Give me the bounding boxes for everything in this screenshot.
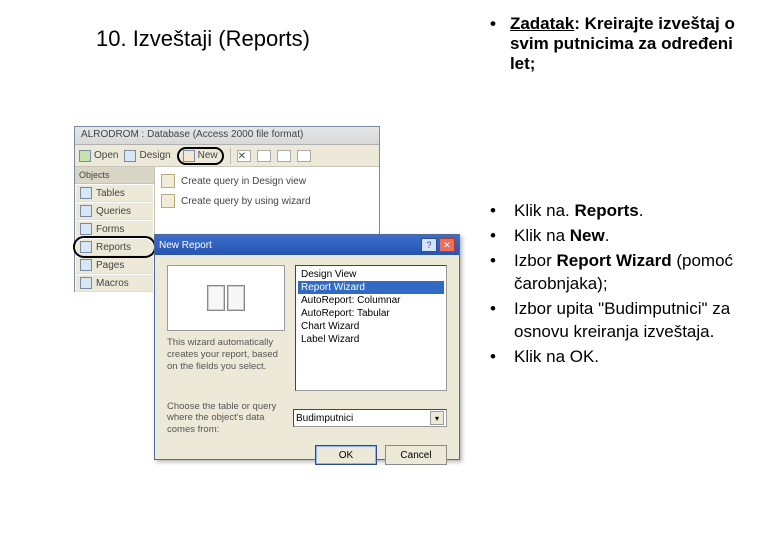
step-item: • Izbor upita "Budimputnici" za osnovu kr…: [490, 298, 770, 344]
create-design-view-item[interactable]: Create query in Design view: [159, 171, 375, 191]
design-button[interactable]: Design: [124, 150, 170, 162]
macros-icon: [80, 277, 92, 289]
sidebar-item-label: Pages: [96, 260, 124, 271]
step-text: Klik na New.: [514, 225, 770, 248]
sidebar-item-forms[interactable]: Forms: [75, 220, 154, 238]
step-text: Klik na OK.: [514, 346, 770, 369]
dialog-title: New Report: [159, 240, 212, 251]
open-label: Open: [94, 150, 118, 161]
list-view-icon[interactable]: [277, 150, 291, 162]
new-button[interactable]: New: [177, 147, 224, 165]
task-label: Zadatak: [510, 14, 574, 33]
db-window-titlebar: ALRODROM : Database (Access 2000 file fo…: [75, 127, 379, 145]
bullet-dot: •: [490, 346, 502, 369]
sidebar-item-pages[interactable]: Pages: [75, 256, 154, 274]
delete-icon[interactable]: ✕: [237, 150, 251, 162]
design-icon: [124, 150, 136, 162]
new-icon: [183, 150, 195, 162]
step-item: • Klik na. Reports.: [490, 200, 770, 223]
new-label: New: [198, 149, 218, 163]
chevron-down-icon[interactable]: ▾: [430, 411, 444, 425]
task-block: • Zadatak: Kreirajte izveštaj o svim put…: [490, 14, 760, 74]
steps-list: • Klik na. Reports. • Klik na New. • Izbor Re…: [490, 200, 770, 371]
pages-icon: [80, 259, 92, 271]
new-report-dialog: New Report ? ✕ This wizard automatically…: [154, 234, 460, 460]
step-text: Klik na. Reports.: [514, 200, 770, 223]
help-icon[interactable]: ?: [421, 238, 437, 252]
sidebar-item-label: Tables: [96, 188, 125, 199]
create-wizard-item[interactable]: Create query by using wizard: [159, 191, 375, 211]
sidebar-item-reports[interactable]: Reports: [75, 238, 154, 256]
step-text: Izbor upita "Budimputnici" za osnovu kre…: [514, 298, 770, 344]
combo-value: Budimputnici: [296, 413, 353, 424]
source-label: Choose the table or query where the obje…: [167, 401, 285, 435]
main-item-label: Create query in Design view: [181, 176, 306, 187]
report-type-listbox[interactable]: Design ViewReport WizardAutoReport: Colu…: [295, 265, 447, 391]
main-item-label: Create query by using wizard: [181, 196, 311, 207]
sidebar-item-macros[interactable]: Macros: [75, 274, 154, 292]
step-item: • Izbor Report Wizard (pomoć čarobnjaka);: [490, 250, 770, 296]
objects-sidebar: Objects Tables Queries Forms Reports Pages Ma…: [75, 167, 155, 291]
details-view-icon[interactable]: [297, 150, 311, 162]
sidebar-item-label: Queries: [96, 206, 131, 217]
db-toolbar: Open Design New ✕: [75, 145, 379, 167]
source-combobox[interactable]: Budimputnici ▾: [293, 409, 447, 427]
open-button[interactable]: Open: [79, 150, 118, 162]
sidebar-item-label: Reports: [96, 242, 131, 253]
reports-icon: [80, 241, 92, 253]
sidebar-item-queries[interactable]: Queries: [75, 202, 154, 220]
design-label: Design: [139, 150, 170, 161]
bullet-dot: •: [490, 225, 502, 248]
sidebar-item-label: Forms: [96, 224, 124, 235]
page-preview: [207, 285, 225, 311]
report-type-option[interactable]: AutoReport: Columnar: [298, 294, 444, 307]
page-preview: [227, 285, 245, 311]
report-type-option[interactable]: Design View: [298, 268, 444, 281]
report-type-option[interactable]: Chart Wizard: [298, 320, 444, 333]
dialog-titlebar: New Report ? ✕: [155, 235, 459, 255]
report-type-option[interactable]: Report Wizard: [298, 281, 444, 294]
bullet-dot: •: [490, 14, 496, 74]
wizard-icon: [161, 174, 175, 188]
report-type-option[interactable]: AutoReport: Tabular: [298, 307, 444, 320]
wizard-description: This wizard automatically creates your r…: [167, 337, 285, 373]
forms-icon: [80, 223, 92, 235]
close-icon[interactable]: ✕: [439, 238, 455, 252]
preview-box: [167, 265, 285, 331]
bullet-dot: •: [490, 200, 502, 223]
objects-heading: Objects: [75, 167, 154, 184]
task-text: Zadatak: Kreirajte izveštaj o svim putni…: [510, 14, 760, 74]
slide-title: 10. Izveštaji (Reports): [96, 26, 310, 52]
sidebar-item-tables[interactable]: Tables: [75, 184, 154, 202]
report-type-option[interactable]: Label Wizard: [298, 333, 444, 346]
step-text: Izbor Report Wizard (pomoć čarobnjaka);: [514, 250, 770, 296]
ok-button[interactable]: OK: [315, 445, 377, 465]
queries-icon: [80, 205, 92, 217]
sidebar-item-label: Macros: [96, 278, 129, 289]
bullet-dot: •: [490, 250, 502, 296]
tables-icon: [80, 187, 92, 199]
step-item: • Klik na OK.: [490, 346, 770, 369]
open-icon: [79, 150, 91, 162]
step-item: • Klik na New.: [490, 225, 770, 248]
toolbar-separator: [230, 148, 231, 164]
cancel-button[interactable]: Cancel: [385, 445, 447, 465]
wizard-icon: [161, 194, 175, 208]
icons-view-icon[interactable]: [257, 150, 271, 162]
bullet-dot: •: [490, 298, 502, 344]
